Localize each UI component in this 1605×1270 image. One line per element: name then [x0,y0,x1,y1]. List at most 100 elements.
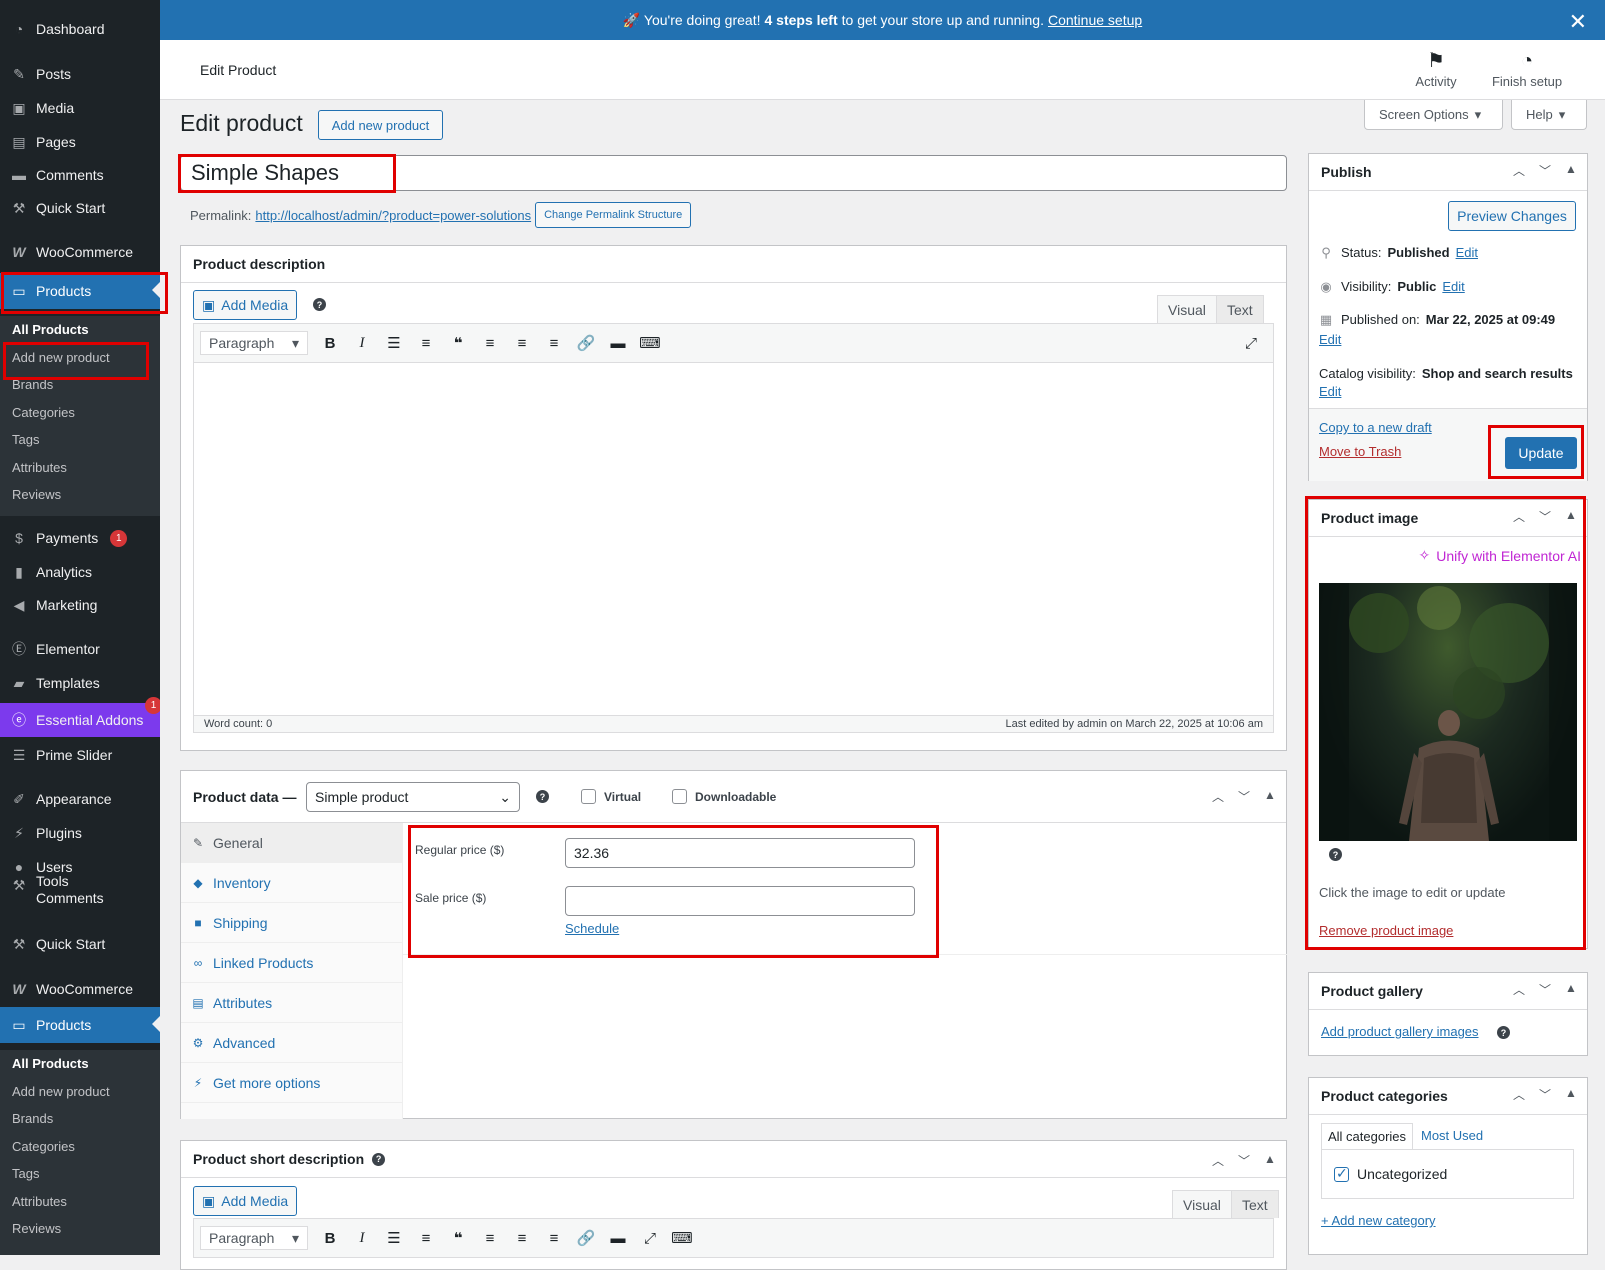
copy-draft-link[interactable]: Copy to a new draft [1319,420,1432,435]
menu-plugins[interactable]: ⚡ Plugins [0,816,160,850]
blockquote-icon[interactable]: ❝ [442,1229,474,1247]
chevron-down-icon[interactable]: ﹀ [1537,162,1553,179]
description-editor[interactable] [193,363,1274,715]
add-new-category-link[interactable]: + Add new category [1321,1213,1436,1228]
submenu-tags[interactable]: Tags [0,1160,160,1188]
toggle-icon[interactable]: ▲ [1262,788,1278,805]
format-select[interactable]: Paragraph ▾ [200,331,308,355]
add-media-button[interactable]: ▣ Add Media [193,290,298,320]
chevron-up-icon[interactable]: ︿ [1511,1086,1527,1103]
help-button[interactable]: Help ▾ [1511,100,1587,130]
remove-product-image-link[interactable]: Remove product image [1319,923,1453,938]
fullscreen-icon[interactable]: ⤢ [1235,335,1267,352]
chevron-down-icon[interactable]: ﹀ [1537,1086,1553,1103]
numbered-list-icon[interactable]: ≡ [410,1230,442,1247]
italic-icon[interactable]: I [346,335,378,352]
submenu-brands[interactable]: Brands [0,371,160,399]
tab-general[interactable]: ✎ General [181,823,402,863]
tab-text[interactable]: Text [1216,295,1264,323]
align-center-icon[interactable]: ≡ [506,335,538,352]
bullet-list-icon[interactable]: ☰ [378,1229,410,1247]
link-icon[interactable]: 🔗 [570,1229,602,1247]
submenu-categories[interactable]: Categories [0,1133,160,1161]
read-more-icon[interactable]: ▬ [602,335,634,352]
help-icon[interactable]: ? [536,790,549,803]
format-select[interactable]: Paragraph ▾ [200,1226,308,1250]
screen-options-button[interactable]: Screen Options ▾ [1364,100,1503,130]
submenu-reviews[interactable]: Reviews [0,481,160,509]
submenu-brands[interactable]: Brands [0,1105,160,1133]
downloadable-checkbox[interactable] [672,789,687,804]
edit-visibility-link[interactable]: Edit [1442,279,1464,294]
close-icon[interactable]: ✕ [1569,9,1587,35]
chevron-down-icon[interactable]: ﹀ [1537,981,1553,998]
unify-elementor-ai-link[interactable]: ✧ Unify with Elementor AI [1419,547,1581,564]
menu-appearance[interactable]: ✐ Appearance [0,782,160,816]
menu-dashboard[interactable]: ◔ Dashboard [0,12,160,46]
regular-price-input[interactable]: 32.36 [565,838,915,868]
edit-status-link[interactable]: Edit [1456,245,1478,260]
menu-templates[interactable]: ▰ Templates [0,666,160,700]
tab-all-categories[interactable]: All categories [1321,1123,1414,1150]
menu-woocommerce-2[interactable]: W WooCommerce [0,972,160,1006]
sale-price-input[interactable] [565,886,915,916]
menu-prime-slider[interactable]: ☰ Prime Slider [0,738,160,772]
align-center-icon[interactable]: ≡ [506,1230,538,1247]
menu-comments-2[interactable]: Comments [0,875,160,909]
submenu-all-products[interactable]: All Products [0,1050,160,1078]
keyboard-icon[interactable]: ⌨ [666,1229,698,1247]
menu-payments[interactable]: $ Payments 1 [0,521,160,555]
menu-comments[interactable]: ▬ Comments [0,158,160,192]
virtual-checkbox[interactable] [581,789,596,804]
bold-icon[interactable]: B [314,1230,346,1247]
permalink-url[interactable]: http://localhost/admin/?product=power-so… [255,208,531,223]
tab-most-used[interactable]: Most Used [1421,1128,1483,1143]
help-icon[interactable]: ? [1497,1026,1510,1039]
toggle-icon[interactable]: ▲ [1563,1086,1579,1103]
align-left-icon[interactable]: ≡ [474,335,506,352]
continue-setup-link[interactable]: Continue setup [1048,12,1142,28]
align-right-icon[interactable]: ≡ [538,1230,570,1247]
chevron-up-icon[interactable]: ︿ [1511,981,1527,998]
menu-analytics[interactable]: ▮ Analytics [0,555,160,589]
uncategorized-checkbox[interactable] [1334,1165,1349,1182]
numbered-list-icon[interactable]: ≡ [410,335,442,352]
submenu-attributes[interactable]: Attributes [0,1188,160,1216]
product-type-select[interactable]: Simple product ⌄ [306,782,520,812]
chevron-down-icon[interactable]: ﹀ [1236,1152,1252,1169]
chevron-up-icon[interactable]: ︿ [1210,1152,1226,1169]
italic-icon[interactable]: I [346,1230,378,1247]
toggle-icon[interactable]: ▲ [1563,508,1579,525]
change-permalink-button[interactable]: Change Permalink Structure [535,202,692,228]
submenu-attributes[interactable]: Attributes [0,454,160,482]
move-to-trash-link[interactable]: Move to Trash [1319,444,1401,459]
product-title-input[interactable]: Simple Shapes [180,155,1287,191]
chevron-up-icon[interactable]: ︿ [1511,508,1527,525]
schedule-link[interactable]: Schedule [565,921,619,936]
add-media-button[interactable]: ▣ Add Media [193,1186,298,1216]
align-right-icon[interactable]: ≡ [538,335,570,352]
add-new-product-button[interactable]: Add new product [318,110,443,140]
menu-products[interactable]: ▭ Products [0,273,160,309]
update-button[interactable]: Update [1505,437,1577,469]
tab-shipping[interactable]: ■ Shipping [181,903,402,943]
submenu-add-new-product[interactable]: Add new product [0,1078,160,1106]
submenu-add-new-product[interactable]: Add new product [0,344,160,372]
toggle-icon[interactable]: ▲ [1563,981,1579,998]
bold-icon[interactable]: B [314,335,346,352]
submenu-reviews[interactable]: Reviews [0,1215,160,1243]
tab-linked-products[interactable]: ∞ Linked Products [181,943,402,983]
bullet-list-icon[interactable]: ☰ [378,334,410,352]
tab-text[interactable]: Text [1231,1190,1279,1218]
help-icon[interactable]: ? [1329,848,1342,861]
tab-get-more-options[interactable]: ⚡ Get more options [181,1063,402,1103]
align-left-icon[interactable]: ≡ [474,1230,506,1247]
help-icon[interactable]: ? [313,298,326,311]
menu-posts[interactable]: ✎ Posts [0,57,160,91]
downloadable-option[interactable]: Downloadable [672,789,776,804]
chevron-down-icon[interactable]: ﹀ [1537,508,1553,525]
blockquote-icon[interactable]: ❝ [442,334,474,352]
keyboard-icon[interactable]: ⌨ [634,334,666,352]
menu-pages[interactable]: ▤ Pages [0,125,160,159]
category-item[interactable]: Uncategorized [1334,1165,1447,1182]
